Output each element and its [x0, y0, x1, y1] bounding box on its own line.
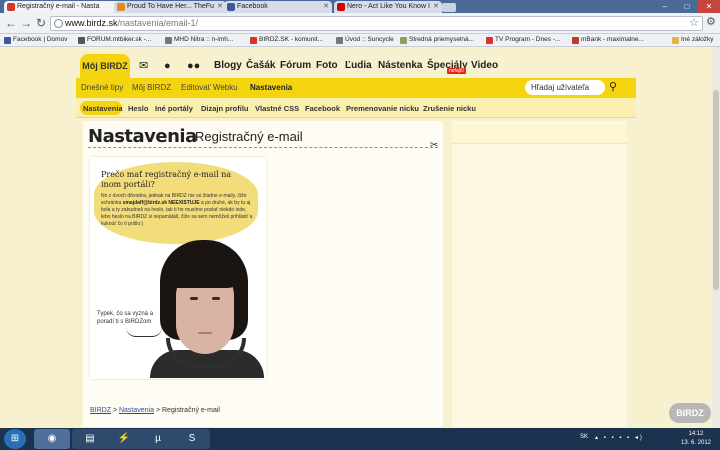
scissors-icon: ✂: [430, 140, 439, 151]
new-tab-button[interactable]: [442, 3, 456, 12]
tv-icon: [486, 37, 493, 44]
dashed-divider: [88, 147, 438, 148]
tab-nero[interactable]: Nero - Act Like You Know I ✕: [334, 1, 442, 13]
breadcrumb-birdz[interactable]: BIRDZ: [90, 407, 111, 414]
subnav-moj-birdz[interactable]: Môj BIRDZ: [132, 83, 171, 92]
sidebar-header: [452, 124, 627, 144]
subnav-editovat-webku[interactable]: Editovať Webku: [181, 83, 238, 92]
portrait-caption: Typek, čo sa vyzná a poradí ti s BIRDZom: [97, 311, 154, 325]
subnav-dnesne-tipy[interactable]: Dnešné tipy: [81, 83, 123, 92]
nav-nastenka[interactable]: Nástenka: [378, 60, 422, 71]
portrait-eye: [190, 297, 198, 300]
breadcrumb: BIRDZ > Nastavenia > Registračný e-mail: [90, 407, 220, 414]
window-controls: – □ ✕: [654, 0, 720, 13]
clock[interactable]: 14:12 13. 6. 2012: [676, 430, 716, 448]
scrollbar-thumb[interactable]: [713, 90, 719, 290]
system-tray-icons[interactable]: ▴ ▪ ▪ ▪ ▪ ◂): [595, 434, 644, 441]
portrait-mouth: [198, 332, 212, 334]
suncycle-icon: [336, 37, 343, 44]
page-favicon-icon: [117, 3, 125, 11]
close-window-icon[interactable]: ✕: [698, 0, 720, 13]
skype-taskbar-icon[interactable]: S: [174, 429, 210, 449]
maximize-icon[interactable]: □: [676, 0, 698, 13]
bookmark-forum-mtbiker[interactable]: FORUM.mtbiker.sk -...: [78, 34, 151, 46]
mail-icon[interactable]: ✉: [139, 60, 153, 72]
close-tab-icon[interactable]: ✕: [323, 1, 329, 13]
bubble-question: Prečo mať registračný e-mail na inom por…: [101, 170, 232, 189]
school-icon: [400, 37, 407, 44]
bookmark-star-icon[interactable]: ☆: [689, 17, 699, 30]
settings-nav-heslo[interactable]: Heslo: [128, 104, 148, 113]
reload-icon[interactable]: ↻: [36, 16, 46, 30]
page-subtitle: Registračný e-mail: [195, 129, 303, 144]
bookmark-stredna-priemyselna[interactable]: Stredná priemyselná...: [400, 34, 474, 46]
bubble-text: No z dvoch dôvodov, jednak na BIRDZ nie …: [101, 193, 253, 227]
user-search-input[interactable]: Hľadaj užívateľa: [525, 80, 605, 95]
portrait-fringe: [166, 246, 242, 288]
folder-icon: [672, 37, 679, 44]
close-tab-icon[interactable]: ✕: [217, 1, 223, 13]
email-address: smajdaff@birdz.sk: [122, 200, 168, 206]
winamp-taskbar-icon[interactable]: ⚡: [106, 429, 142, 449]
page-info-icon[interactable]: [54, 19, 63, 28]
breadcrumb-current: Registračný e-mail: [162, 407, 220, 414]
nav-ludia[interactable]: Ľudia: [345, 60, 372, 71]
nav-forum[interactable]: Fórum: [280, 60, 311, 71]
bookmark-mhd-nitra[interactable]: MHD Nitra :: n-imh...: [165, 34, 233, 46]
language-indicator[interactable]: SK: [580, 434, 588, 440]
chrome-taskbar-icon[interactable]: ◉: [34, 429, 70, 449]
breadcrumb-nastavenia[interactable]: Nastavenia: [119, 407, 154, 414]
settings-nav-nastavenia[interactable]: Nastavenia: [83, 104, 123, 113]
bookmarks-bar: Facebook | Domov FORUM.mtbiker.sk -... M…: [0, 34, 720, 47]
right-sidebar: [452, 121, 627, 427]
wrench-menu-icon[interactable]: ⚙: [706, 15, 716, 28]
facebook-favicon-icon: [227, 3, 235, 11]
user-icon[interactable]: ●: [164, 60, 178, 72]
search-icon[interactable]: ⚲: [609, 80, 623, 95]
settings-nav-premenovanie-nicku[interactable]: Premenovanie nicku: [346, 104, 419, 113]
bookmark-ine-zalozky[interactable]: Iné záložky: [672, 34, 714, 46]
forward-arrow-icon[interactable]: →: [20, 16, 32, 30]
explorer-taskbar-icon[interactable]: ▤: [72, 429, 108, 449]
settings-nav-facebook[interactable]: Facebook: [305, 104, 340, 113]
close-tab-icon[interactable]: ✕: [433, 1, 439, 13]
portrait-eye: [212, 297, 220, 300]
friends-icon[interactable]: ●●: [187, 60, 201, 72]
birdz-watermark: BIRDZ: [669, 403, 711, 423]
tab-proud-to-have-her[interactable]: Proud To Have Her... TheFu ✕: [114, 1, 226, 13]
mhd-icon: [165, 37, 172, 44]
tab-facebook[interactable]: Facebook ✕: [224, 1, 332, 13]
page-title: Nastavenia: [88, 126, 197, 147]
caption-arrow: [126, 327, 162, 337]
mbank-icon: [572, 37, 579, 44]
settings-nav-zrusenie-nicku[interactable]: Zrušenie nicku: [423, 104, 476, 113]
nav-blogy[interactable]: Blogy: [214, 60, 242, 71]
facebook-icon: [4, 37, 11, 44]
nav-foto[interactable]: Foto: [316, 60, 338, 71]
utorrent-taskbar-icon[interactable]: µ: [140, 429, 176, 449]
bookmark-mbank[interactable]: mBank - maximalne...: [572, 34, 644, 46]
mtbiker-icon: [78, 37, 85, 44]
nav-video[interactable]: Video: [471, 60, 498, 71]
bookmark-suncycle[interactable]: Úvod :: Suncycle: [336, 34, 394, 46]
bookmark-tv-program[interactable]: TV Program - Dnes -...: [486, 34, 560, 46]
back-arrow-icon[interactable]: ←: [5, 16, 17, 30]
subnav-nastavenia[interactable]: Nastavenia: [250, 83, 292, 92]
bookmark-birdz[interactable]: BIRDZ.SK - komunit...: [250, 34, 323, 46]
settings-nav-vlastne-css[interactable]: Vlastné CSS: [255, 104, 299, 113]
address-bar[interactable]: www.birdz.sk/nastavenia/email-1/ ☆: [50, 16, 703, 31]
settings-nav-dizajn-profilu[interactable]: Dizajn profilu: [201, 104, 249, 113]
bookmark-facebook[interactable]: Facebook | Domov: [4, 34, 67, 46]
minimize-icon[interactable]: –: [654, 0, 676, 13]
start-button[interactable]: ⊞: [4, 429, 26, 449]
nefajci-badge: nefajčí: [447, 68, 466, 74]
youtube-favicon-icon: [337, 3, 345, 11]
moj-birdz-tab[interactable]: Môj BIRDZ: [80, 54, 130, 78]
birdz-favicon-icon: [7, 3, 15, 11]
settings-nav-ine-portaly[interactable]: Iné portály: [155, 104, 193, 113]
birdz-icon: [250, 37, 257, 44]
nav-casak[interactable]: Čašák: [246, 60, 275, 71]
tab-registracny-email[interactable]: Registračný e-mail - Nasta✕: [4, 1, 122, 13]
